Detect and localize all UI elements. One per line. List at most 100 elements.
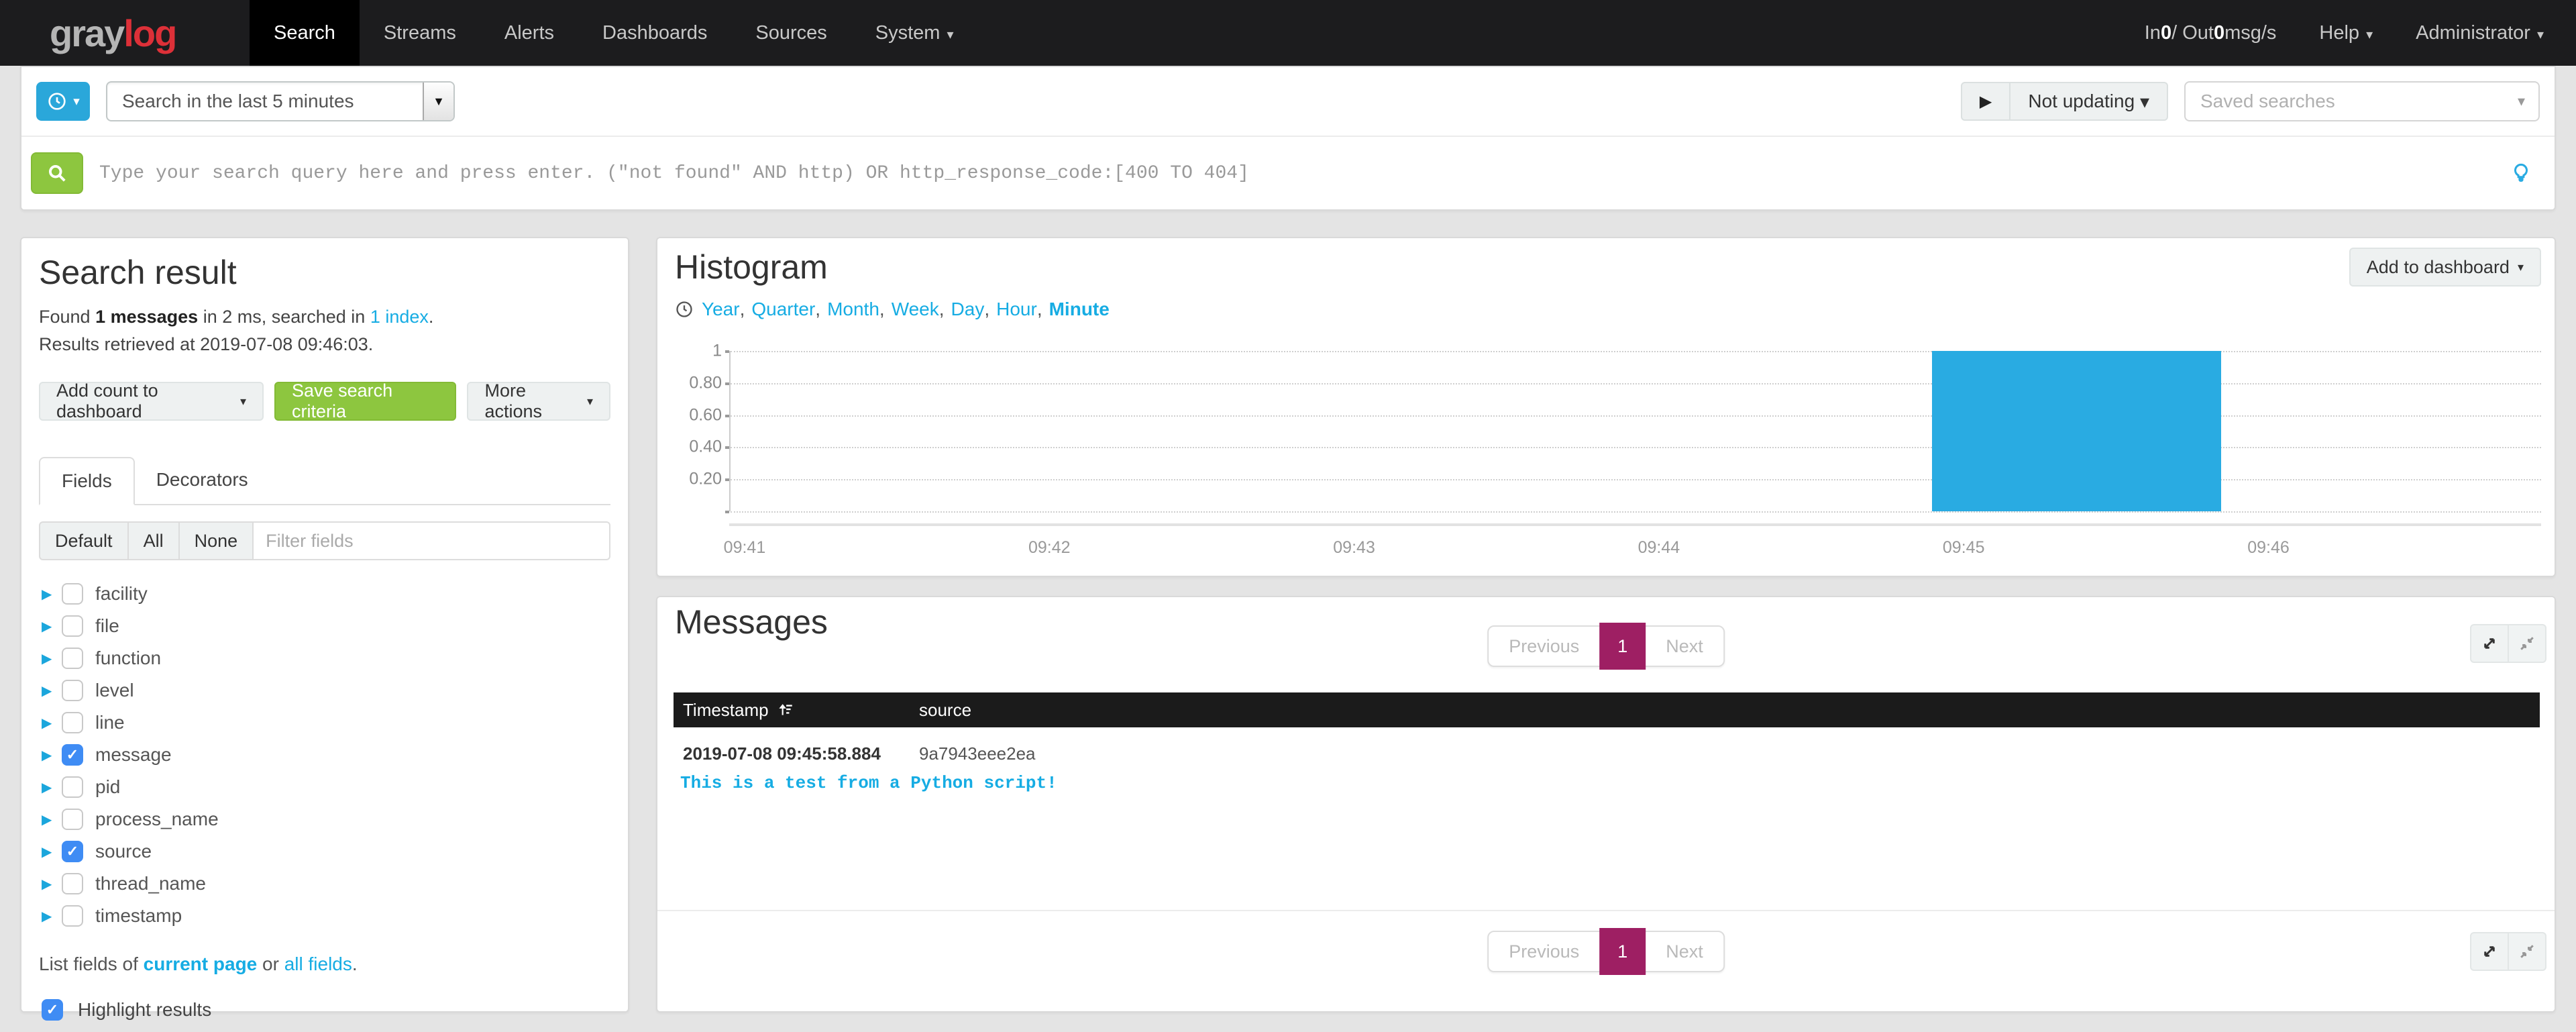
- help-menu[interactable]: Help▾: [2319, 22, 2373, 44]
- tab-fields[interactable]: Fields: [39, 457, 135, 505]
- expand-messages-button[interactable]: [2470, 624, 2509, 663]
- next-page-button[interactable]: Next: [1646, 932, 1723, 971]
- expand-messages-button[interactable]: [2470, 932, 2509, 971]
- source-column-header: source: [919, 692, 971, 727]
- result-summary: Found 1 messages in 2 ms, searched in 1 …: [39, 307, 610, 327]
- all-fields-link[interactable]: all fields: [284, 953, 352, 974]
- histogram-plot[interactable]: [729, 351, 2541, 511]
- histogram-panel: Histogram Add to dashboard▾ Year, Quarte…: [656, 237, 2556, 577]
- refresh-interval-button[interactable]: Not updating ▾: [2009, 82, 2168, 121]
- tab-decorators[interactable]: Decorators: [135, 457, 270, 504]
- expand-caret-icon[interactable]: ▶: [42, 715, 59, 731]
- result-actions: Add count to dashboard▾ Save search crit…: [39, 382, 610, 421]
- resolution-month[interactable]: Month: [827, 299, 879, 320]
- nav-item-search[interactable]: Search: [250, 0, 360, 66]
- pagination-top: Previous 1 Next: [1487, 625, 1725, 667]
- expand-caret-icon[interactable]: ▶: [42, 779, 59, 796]
- add-count-button[interactable]: Add count to dashboard▾: [39, 382, 264, 421]
- expand-icon: [2479, 941, 2500, 962]
- lightbulb-icon[interactable]: [2509, 161, 2533, 185]
- play-button[interactable]: ▶: [1961, 82, 2010, 121]
- message-count: 1 messages: [95, 307, 198, 327]
- resolution-day[interactable]: Day: [951, 299, 985, 320]
- nav-item-alerts[interactable]: Alerts: [480, 0, 578, 66]
- expand-caret-icon[interactable]: ▶: [42, 586, 59, 603]
- fields-default-button[interactable]: Default: [39, 521, 129, 560]
- histogram-bar[interactable]: [1932, 351, 2221, 511]
- refresh-button-group: ▶ Not updating ▾: [1961, 82, 2168, 121]
- expand-caret-icon[interactable]: ▶: [42, 876, 59, 892]
- field-checkbox-thread-name[interactable]: ✓: [62, 873, 83, 894]
- previous-page-button[interactable]: Previous: [1489, 627, 1599, 666]
- resolution-year[interactable]: Year: [702, 299, 740, 320]
- add-to-dashboard-button[interactable]: Add to dashboard▾: [2349, 248, 2541, 287]
- current-page-button[interactable]: 1: [1599, 928, 1646, 975]
- expand-caret-icon[interactable]: ▶: [42, 908, 59, 925]
- expand-caret-icon[interactable]: ▶: [42, 682, 59, 699]
- resolution-quarter[interactable]: Quarter: [751, 299, 815, 320]
- collapse-icon: [2517, 941, 2537, 962]
- collapse-messages-button[interactable]: [2508, 932, 2546, 971]
- next-page-button[interactable]: Next: [1646, 627, 1723, 666]
- user-menu[interactable]: Administrator▾: [2416, 22, 2544, 44]
- play-icon: ▶: [1980, 92, 1992, 111]
- nav-item-streams[interactable]: Streams: [360, 0, 480, 66]
- field-checkbox-pid[interactable]: ✓: [62, 776, 83, 798]
- index-link[interactable]: 1 index: [370, 307, 429, 327]
- field-row-thread-name: ▶✓thread_name: [39, 868, 610, 900]
- graylog-logo[interactable]: graylog: [0, 0, 250, 66]
- x-axis-line: [729, 523, 2541, 526]
- message-row[interactable]: 2019-07-08 09:45:58.884 9a7943eee2ea Thi…: [674, 727, 2540, 808]
- resolution-minute[interactable]: Minute: [1049, 299, 1110, 320]
- expand-caret-icon[interactable]: ▶: [42, 843, 59, 860]
- search-submit-button[interactable]: [31, 152, 83, 194]
- fields-all-button[interactable]: All: [127, 521, 180, 560]
- resolution-hour[interactable]: Hour: [996, 299, 1037, 320]
- timestamp-column-header[interactable]: Timestamp: [683, 692, 794, 727]
- search-query-input[interactable]: [99, 163, 2501, 184]
- timerange-selected-value: Search in the last 5 minutes: [122, 91, 354, 112]
- field-row-line: ▶✓line: [39, 707, 610, 739]
- fields-none-button[interactable]: None: [178, 521, 254, 560]
- previous-page-button[interactable]: Previous: [1489, 932, 1599, 971]
- field-checkbox-line[interactable]: ✓: [62, 712, 83, 733]
- field-row-level: ▶✓level: [39, 674, 610, 707]
- field-checkbox-function[interactable]: ✓: [62, 648, 83, 669]
- timerange-select[interactable]: Search in the last 5 minutes ▼: [106, 81, 455, 121]
- histogram-title: Histogram: [675, 248, 828, 287]
- nav-item-system[interactable]: System▾: [851, 0, 978, 66]
- expand-caret-icon[interactable]: ▶: [42, 650, 59, 667]
- field-checkbox-facility[interactable]: ✓: [62, 583, 83, 605]
- expand-caret-icon[interactable]: ▶: [42, 811, 59, 828]
- field-checkbox-timestamp[interactable]: ✓: [62, 905, 83, 927]
- field-checkbox-file[interactable]: ✓: [62, 615, 83, 637]
- field-checkbox-process-name[interactable]: ✓: [62, 809, 83, 830]
- filter-fields-input[interactable]: [254, 521, 610, 560]
- resolution-week[interactable]: Week: [892, 299, 939, 320]
- resolution-links: Year, Quarter, Month, Week, Day, Hour, M…: [675, 299, 2541, 320]
- sort-ascending-icon: [777, 701, 794, 719]
- field-checkbox-message[interactable]: ✓: [62, 744, 83, 766]
- nav-item-sources[interactable]: Sources: [731, 0, 851, 66]
- expand-caret-icon[interactable]: ▶: [42, 618, 59, 635]
- saved-searches-placeholder: Saved searches: [2200, 91, 2335, 112]
- chevron-down-icon: ▾: [73, 94, 80, 109]
- save-search-button[interactable]: Save search criteria: [274, 382, 456, 421]
- expand-caret-icon[interactable]: ▶: [42, 747, 59, 764]
- field-checkbox-source[interactable]: ✓: [62, 841, 83, 862]
- search-icon: [45, 161, 69, 185]
- collapse-messages-button[interactable]: [2508, 624, 2546, 663]
- field-row-message: ▶✓message: [39, 739, 610, 771]
- current-page-button[interactable]: 1: [1599, 623, 1646, 670]
- current-page-link[interactable]: current page: [144, 953, 258, 974]
- highlight-results-checkbox[interactable]: ✓: [42, 999, 63, 1021]
- field-checkbox-level[interactable]: ✓: [62, 680, 83, 701]
- chevron-down-icon: ▾: [947, 26, 953, 43]
- throughput-in: 0: [2161, 22, 2171, 44]
- saved-searches-select[interactable]: Saved searches ▾: [2184, 81, 2540, 121]
- navbar-right: In 0 / Out 0 msg/s Help▾ Administrator▾: [2145, 0, 2576, 66]
- timerange-type-button[interactable]: ▾: [36, 82, 90, 121]
- nav-item-dashboards[interactable]: Dashboards: [578, 0, 731, 66]
- throughput-indicator[interactable]: In 0 / Out 0 msg/s: [2145, 22, 2277, 44]
- more-actions-button[interactable]: More actions▾: [467, 382, 610, 421]
